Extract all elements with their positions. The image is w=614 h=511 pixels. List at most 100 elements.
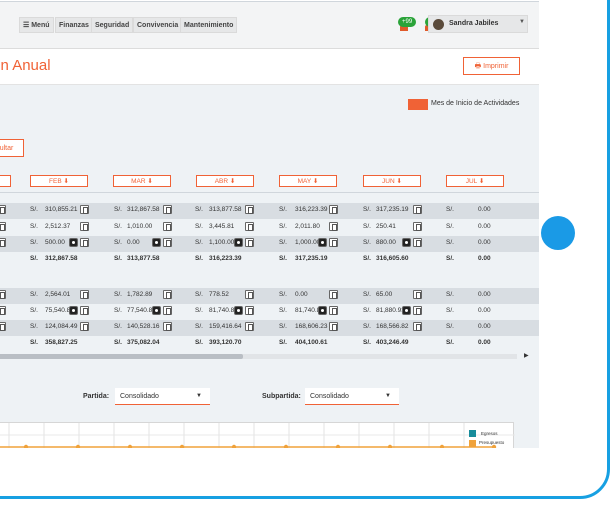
nav-finanzas[interactable]: Finanzas: [55, 17, 93, 33]
document-icon[interactable]: [413, 322, 422, 331]
document-icon[interactable]: [245, 238, 254, 247]
document-icon[interactable]: [0, 306, 6, 315]
amount-cell: 403,246.49: [376, 339, 409, 346]
document-icon[interactable]: [245, 290, 254, 299]
document-icon[interactable]: [413, 238, 422, 247]
nav-convivencia[interactable]: Convivencia: [133, 17, 183, 33]
document-icon[interactable]: [80, 238, 89, 247]
document-icon[interactable]: [245, 306, 254, 315]
subpartida-select[interactable]: Consolidado ▼: [305, 388, 399, 405]
amount-cell: 393,120.70: [209, 339, 242, 346]
chart-icon[interactable]: [69, 306, 78, 315]
document-icon[interactable]: [245, 222, 254, 231]
month-header[interactable]: MAY ⬇: [279, 175, 337, 187]
document-icon[interactable]: [413, 290, 422, 299]
document-icon[interactable]: [80, 322, 89, 331]
amount-cell: 317,235.19: [376, 206, 409, 213]
scroll-right-icon[interactable]: ▶: [524, 352, 529, 359]
document-icon[interactable]: [245, 322, 254, 331]
data-point-presupuesto[interactable]: [23, 444, 29, 448]
amount-cell: 250.41: [376, 223, 396, 230]
data-point-presupuesto[interactable]: [283, 444, 289, 448]
document-icon[interactable]: [329, 322, 338, 331]
month-header[interactable]: ABR ⬇: [196, 175, 254, 187]
chart-icon[interactable]: [234, 306, 243, 315]
document-icon[interactable]: [80, 290, 89, 299]
month-header[interactable]: JUL ⬇: [446, 175, 504, 187]
amount-cell: 124,084.49: [45, 323, 78, 330]
document-icon[interactable]: [163, 205, 172, 214]
month-header[interactable]: JUN ⬇: [363, 175, 421, 187]
currency-label: S/.: [114, 291, 122, 298]
partida-select[interactable]: Consolidado ▼: [115, 388, 210, 405]
data-point-presupuesto[interactable]: [75, 444, 81, 448]
print-button[interactable]: 🖶 Imprimir: [463, 57, 520, 75]
chart-icon[interactable]: [402, 238, 411, 247]
chart-icon[interactable]: [318, 238, 327, 247]
document-icon[interactable]: [163, 238, 172, 247]
document-icon[interactable]: [245, 205, 254, 214]
month-header[interactable]: MAR ⬇: [113, 175, 171, 187]
chart-icon[interactable]: [69, 238, 78, 247]
document-icon[interactable]: [329, 290, 338, 299]
month-header[interactable]: NE ⬇: [0, 175, 11, 187]
total-row: 126.96S/.358,827.25S/.375,082.04S/.393,1…: [0, 336, 539, 352]
currency-label: S/.: [30, 206, 38, 213]
document-icon[interactable]: [163, 322, 172, 331]
chart-icon[interactable]: [152, 238, 161, 247]
document-icon[interactable]: [80, 222, 89, 231]
home-button[interactable]: [541, 216, 575, 250]
chart-icon[interactable]: [234, 238, 243, 247]
document-icon[interactable]: [80, 205, 89, 214]
currency-label: S/.: [363, 307, 371, 314]
document-icon[interactable]: [329, 238, 338, 247]
document-icon[interactable]: [0, 322, 6, 331]
top-navbar: ☰ Menú Finanzas Seguridad Convivencia Ma…: [0, 2, 539, 49]
document-icon[interactable]: [0, 290, 6, 299]
document-icon[interactable]: [163, 306, 172, 315]
tablet-frame: ☰ Menú Finanzas Seguridad Convivencia Ma…: [0, 0, 610, 499]
scrollbar-thumb[interactable]: [0, 354, 243, 359]
horizontal-scrollbar[interactable]: [0, 354, 517, 359]
document-icon[interactable]: [413, 306, 422, 315]
nav-seguridad[interactable]: Seguridad: [91, 17, 134, 33]
data-point-presupuesto[interactable]: [231, 444, 237, 448]
document-icon[interactable]: [163, 290, 172, 299]
document-icon[interactable]: [329, 205, 338, 214]
document-icon[interactable]: [329, 222, 338, 231]
currency-label: S/.: [114, 307, 122, 314]
data-point-presupuesto[interactable]: [491, 444, 497, 448]
data-point-presupuesto[interactable]: [387, 444, 393, 448]
document-icon[interactable]: [0, 205, 6, 214]
amount-cell: 316,223.39: [209, 255, 242, 262]
avatar: [433, 19, 444, 30]
currency-label: S/.: [279, 255, 287, 262]
amount-cell: 778.52: [209, 291, 229, 298]
chart-icon[interactable]: [318, 306, 327, 315]
currency-label: S/.: [446, 307, 454, 314]
document-icon[interactable]: [163, 222, 172, 231]
document-icon[interactable]: [329, 306, 338, 315]
document-icon[interactable]: [80, 306, 89, 315]
table-row: 670.00S/.500.00S/.0.00S/.1,100.00S/.1,00…: [0, 236, 539, 252]
amount-cell: 0.00: [478, 339, 491, 346]
document-icon[interactable]: [0, 238, 6, 247]
consult-button[interactable]: Q Consultar: [0, 139, 24, 157]
data-point-presupuesto[interactable]: [335, 444, 341, 448]
document-icon[interactable]: [413, 222, 422, 231]
document-icon[interactable]: [0, 222, 6, 231]
user-menu[interactable]: Sandra Jabiles ▼: [428, 15, 528, 33]
nav-menu[interactable]: ☰ Menú: [19, 17, 54, 33]
nav-mantenimiento[interactable]: Mantenimiento: [180, 17, 238, 33]
data-point-presupuesto[interactable]: [127, 444, 133, 448]
document-icon[interactable]: [413, 205, 422, 214]
currency-label: S/.: [195, 239, 203, 246]
chart-icon[interactable]: [402, 306, 411, 315]
data-point-presupuesto[interactable]: [439, 444, 445, 448]
currency-label: S/.: [114, 239, 122, 246]
month-header[interactable]: FEB ⬇: [30, 175, 88, 187]
amount-cell: 316,605.60: [376, 255, 409, 262]
legend-swatch-egresos: [469, 430, 476, 437]
currency-label: S/.: [446, 323, 454, 330]
chart-icon[interactable]: [152, 306, 161, 315]
